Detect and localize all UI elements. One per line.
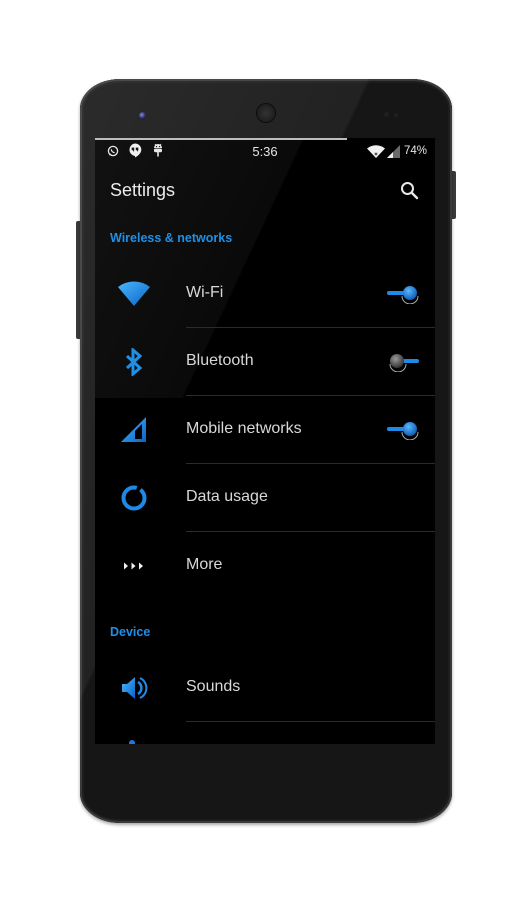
data-usage-icon xyxy=(117,481,151,515)
section-header-wireless: Wireless & networks xyxy=(110,231,233,245)
more-icon xyxy=(117,549,151,583)
settings-item-label: Data usage xyxy=(186,488,268,505)
settings-item-label: Sounds xyxy=(186,678,241,695)
status-bar: 5:36 74% xyxy=(95,138,435,164)
wifi-toggle[interactable] xyxy=(387,284,421,305)
settings-item-label: Bluetooth xyxy=(186,352,254,369)
next-item-icon-partial xyxy=(129,740,135,744)
volume-icon xyxy=(117,671,151,705)
bluetooth-toggle[interactable] xyxy=(387,352,421,373)
status-bar-progress-line xyxy=(95,138,347,140)
bluetooth-icon xyxy=(117,345,151,379)
divider xyxy=(186,721,435,722)
front-camera xyxy=(139,112,146,119)
screen: 5:36 74% Settings Wireless & networks Wi… xyxy=(95,138,435,744)
battery-percentage: 74% xyxy=(403,145,427,157)
settings-item-data-usage[interactable]: Data usage xyxy=(95,464,435,532)
wifi-status-icon xyxy=(367,145,385,163)
search-icon[interactable] xyxy=(399,180,421,202)
settings-item-bluetooth[interactable]: Bluetooth xyxy=(95,328,435,396)
section-header-device: Device xyxy=(110,625,151,639)
settings-item-wifi[interactable]: Wi-Fi xyxy=(95,260,435,328)
settings-item-mobile-networks[interactable]: Mobile networks xyxy=(95,396,435,464)
settings-item-more[interactable]: More xyxy=(95,532,435,600)
settings-item-label: More xyxy=(186,556,223,573)
action-bar: Settings xyxy=(95,164,435,220)
cell-signal-icon xyxy=(117,413,151,447)
cell-signal-status-icon xyxy=(387,145,400,163)
light-sensor xyxy=(394,113,398,117)
settings-item-label: Mobile networks xyxy=(186,420,302,437)
earpiece-speaker xyxy=(257,104,275,122)
mobile-networks-toggle[interactable] xyxy=(387,420,421,441)
settings-item-label: Wi-Fi xyxy=(186,284,224,301)
proximity-sensor xyxy=(384,112,389,117)
settings-item-sounds[interactable]: Sounds xyxy=(95,654,435,722)
wifi-icon xyxy=(117,277,151,311)
page-title: Settings xyxy=(110,180,176,200)
